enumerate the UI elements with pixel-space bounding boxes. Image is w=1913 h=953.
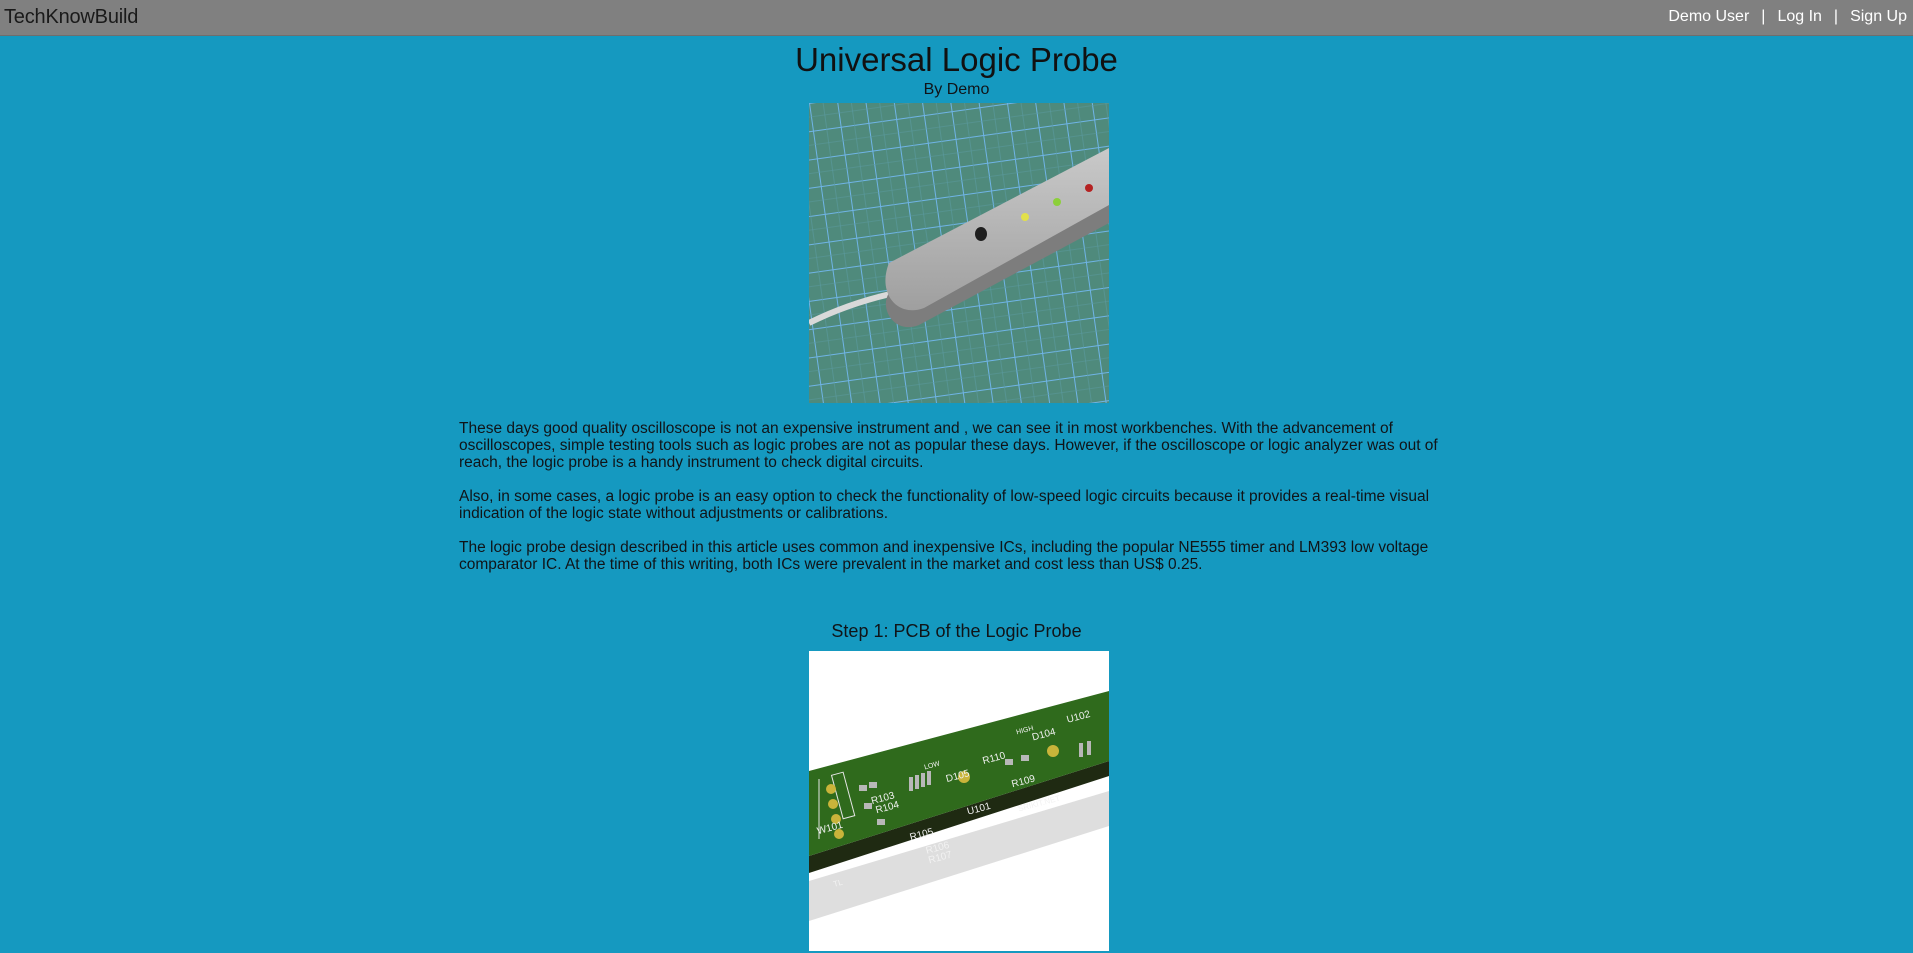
pcb-photo: W101 R103 R104 LOW D105 R110 HIGH D104 U… — [809, 651, 1109, 951]
pcb-image: W101 R103 R104 LOW D105 R110 HIGH D104 U… — [809, 651, 1109, 951]
led-red-icon — [1085, 184, 1093, 192]
nav-separator: | — [1761, 8, 1766, 25]
probe-button-icon — [975, 227, 987, 241]
top-nav: Demo User | Log In | Sign Up — [1668, 8, 1907, 26]
signup-link[interactable]: Sign Up — [1850, 8, 1907, 26]
step-1-title: Step 1: PCB of the Logic Probe — [831, 621, 1082, 641]
led-yellow-icon — [1021, 213, 1029, 221]
site-logo-link[interactable]: TechKnowBuild — [4, 6, 138, 29]
led-green-icon — [1053, 198, 1061, 206]
article-paragraph: Also, in some cases, a logic probe is an… — [459, 488, 1430, 522]
article-paragraph: These days good quality oscilloscope is … — [459, 420, 1438, 471]
nav-separator: | — [1833, 8, 1839, 25]
user-link[interactable]: Demo User — [1668, 8, 1749, 26]
page-title: Universal Logic Probe — [795, 41, 1118, 78]
article-body: These days good quality oscilloscope is … — [459, 420, 1439, 590]
article-paragraph: The logic probe design described in this… — [459, 539, 1429, 573]
author-byline: By Demo — [923, 81, 990, 98]
logic-probe-photo — [809, 103, 1109, 403]
main-content: Universal Logic Probe By Demo These days… — [0, 36, 1913, 951]
login-link[interactable]: Log In — [1777, 8, 1821, 26]
top-bar: TechKnowBuild Demo User | Log In | Sign … — [0, 0, 1913, 36]
logic-probe-image — [809, 103, 1109, 403]
